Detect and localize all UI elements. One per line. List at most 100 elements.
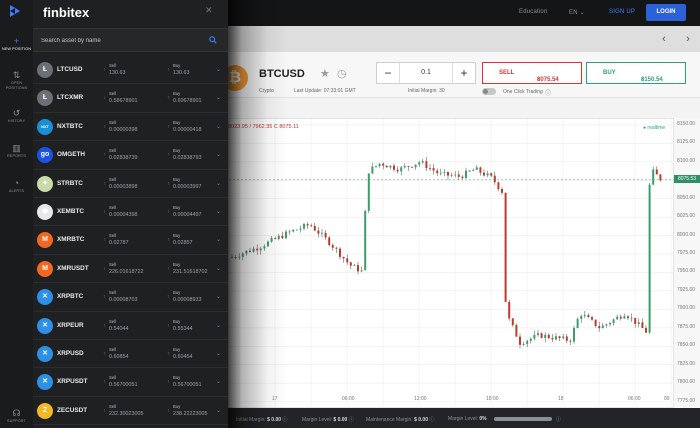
asset-row-xembtc[interactable]: ◉ XEMBTC ↑ Sell 0.00004398 ↑ Buy 0.00004497 ⌄: [33, 198, 228, 227]
info-icon[interactable]: ⓘ: [429, 417, 434, 423]
candle-body: [432, 168, 435, 171]
sell-price: 0.58678901: [109, 98, 138, 105]
xrp-coin-icon: ✕: [37, 374, 53, 391]
signup-link[interactable]: SIGN UP: [609, 9, 635, 15]
search-input[interactable]: [41, 34, 201, 48]
candle-body: [407, 166, 410, 167]
search-icon[interactable]: [209, 36, 217, 44]
status-label: Margin Level:: [448, 416, 479, 422]
brand-name: finbitex: [43, 5, 90, 20]
asset-row-zecusdt[interactable]: Z ZECUSDT ↑ Sell 232.30023005 ↑ Buy 238.2222300…: [33, 397, 228, 426]
asset-row-xrpeur[interactable]: ✕ XRPEUR ↑ Sell 0.54044 ↑ Buy 0.55344 ⌄: [33, 312, 228, 340]
candle-body: [522, 344, 525, 345]
candle-body: [547, 334, 550, 339]
xrp-coin-icon: ✕: [37, 346, 53, 362]
info-icon[interactable]: ⓘ: [282, 417, 287, 423]
chevron-down-icon[interactable]: ⌄: [216, 208, 221, 215]
increase-button[interactable]: +: [453, 63, 475, 83]
candle-body: [519, 336, 521, 345]
chart-area[interactable]: [228, 118, 675, 409]
chevron-down-icon[interactable]: ⌄: [216, 180, 221, 187]
sell-button[interactable]: SELL ↑ 8075.54: [482, 62, 582, 84]
login-button[interactable]: LOGIN: [646, 4, 686, 21]
chevron-down-icon[interactable]: ⌄: [216, 66, 221, 73]
asset-symbol: XRPEUR: [57, 321, 84, 329]
asset-row-omgeth[interactable]: go OMGETH ↑ Sell 0.02838739 ↑ Buy 0.02838793 ⌄: [33, 141, 228, 170]
chevron-down-icon[interactable]: ⌄: [216, 236, 221, 243]
asset-row-xrpusd[interactable]: ✕ XRPUSD ↑ Sell 0.60854 ↑ Buy 0.60454 ⌄: [33, 340, 228, 369]
candle-body: [616, 316, 619, 320]
sell-price: 226.01618722: [109, 268, 144, 275]
chevron-down-icon[interactable]: ⌄: [216, 322, 221, 329]
rail-open-positions[interactable]: ⇅ OPEN POSITIONS: [0, 70, 33, 90]
buy-label: BUY: [603, 70, 616, 76]
rail-alerts[interactable]: ◔ ALERTS: [0, 178, 33, 194]
sell-price: 0.00000398: [109, 126, 138, 133]
chevron-down-icon[interactable]: ⌄: [216, 123, 221, 130]
clock-icon[interactable]: ◷: [337, 67, 347, 80]
asset-row-xmrusdt[interactable]: M XMRUSDT ↑ Sell 226.01618722 ↑ Buy 231.5161870…: [33, 255, 228, 284]
candlestick-chart[interactable]: [229, 119, 675, 409]
chevron-down-icon[interactable]: ⌄: [216, 293, 221, 300]
x-tick-label: 06:00: [342, 396, 355, 402]
education-link[interactable]: Education: [519, 9, 548, 15]
candle-body: [295, 229, 298, 231]
chevron-down-icon[interactable]: ⌄: [216, 378, 221, 385]
candle-body: [421, 161, 424, 163]
arrow-up-icon: ↑: [167, 209, 170, 215]
decrease-button[interactable]: −: [377, 63, 399, 83]
asset-row-xmrbtc[interactable]: M XMRBTC ↑ Sell 0.02787 ↑ Buy 0.02857 ⌄: [33, 226, 228, 255]
sell-label: Sell: [109, 63, 116, 68]
chevron-down-icon[interactable]: ⌄: [216, 151, 221, 158]
chevron-down-icon[interactable]: ⌄: [216, 94, 221, 101]
asset-row-ltcxmr[interactable]: Ł LTCXMR ↓ Sell 0.58678901 ↑ Buy 0.60678901 ⌄: [33, 84, 228, 113]
chevron-right-icon[interactable]: ›: [679, 30, 697, 48]
candle-body: [367, 173, 370, 211]
candle-body: [263, 246, 266, 249]
y-tick-label: 7825.00: [677, 360, 696, 367]
language-select[interactable]: EN ⌄: [569, 9, 585, 16]
buy-button[interactable]: BUY ↑ 8150.54: [586, 62, 686, 84]
close-icon[interactable]: ✕: [205, 5, 213, 16]
sell-price: 0.56700051: [109, 382, 138, 389]
asset-row-strbtc[interactable]: ✦ STRBTC ↑ Sell 0.00003898 ↑ Buy 0.00003997 ⌄: [33, 170, 228, 198]
star-icon[interactable]: ★: [320, 67, 330, 80]
candle-body: [335, 247, 338, 249]
asset-row-nxtbtc[interactable]: NXT NXTBTC ↑ Sell 0.00000398 ↑ Buy 0.00000418 ⌄: [33, 113, 228, 142]
chevron-down-icon[interactable]: ⌄: [216, 265, 221, 272]
candle-body: [245, 250, 248, 254]
candle-body: [587, 315, 590, 318]
one-click-toggle[interactable]: [482, 88, 496, 95]
info-icon[interactable]: ⓘ: [556, 416, 561, 423]
candle-body: [472, 169, 475, 171]
asset-search: [33, 28, 228, 52]
arrow-up-icon: ↑: [103, 379, 106, 386]
rail-history[interactable]: ↺ HISTORY: [0, 108, 33, 124]
candle-body: [339, 248, 341, 257]
quantity-field[interactable]: 0.1: [399, 63, 453, 83]
asset-row-xrpusdt[interactable]: ✕ XRPUSDT ↑ Sell 0.56700051 ↑ Buy 0.56700051 ⌄: [33, 368, 228, 397]
asset-symbol: XRPBTC: [57, 293, 84, 301]
asset-row-ltcusd[interactable]: Ł LTCUSD ↑ Sell 130.63 ↑ Buy 130.63 ⌄: [33, 56, 228, 85]
ltc-coin-icon: Ł: [37, 90, 53, 107]
chevron-left-icon[interactable]: ‹: [655, 30, 673, 48]
rail-label: OPEN POSITIONS: [5, 81, 28, 90]
candle-body: [526, 340, 529, 345]
buy-label: Buy: [173, 205, 181, 210]
candle-body: [601, 325, 604, 329]
info-icon[interactable]: ⓘ: [349, 417, 354, 423]
asset-row-xrpbtc[interactable]: ✕ XRPBTC ↑ Sell 0.00008703 ↑ Buy 0.00008933 ⌄: [33, 283, 228, 312]
chevron-down-icon[interactable]: ⌄: [216, 407, 221, 414]
asset-symbol: LTCXMR: [57, 94, 84, 102]
candle-body: [533, 334, 536, 339]
candle-body: [382, 163, 385, 166]
str-coin-icon: ✦: [37, 175, 53, 192]
chevron-down-icon[interactable]: ⌄: [216, 350, 221, 357]
rail-label: ALERTS: [8, 189, 25, 193]
info-icon[interactable]: ⓘ: [545, 88, 551, 97]
arrow-up-icon: ↑: [103, 351, 106, 357]
rail-support[interactable]: ☊ SUPPORT: [0, 408, 33, 424]
rail-reports[interactable]: ▥ REPORTS: [0, 143, 33, 159]
candle-body: [429, 168, 431, 169]
rail-new-position[interactable]: + NEW POSITION: [0, 36, 33, 52]
